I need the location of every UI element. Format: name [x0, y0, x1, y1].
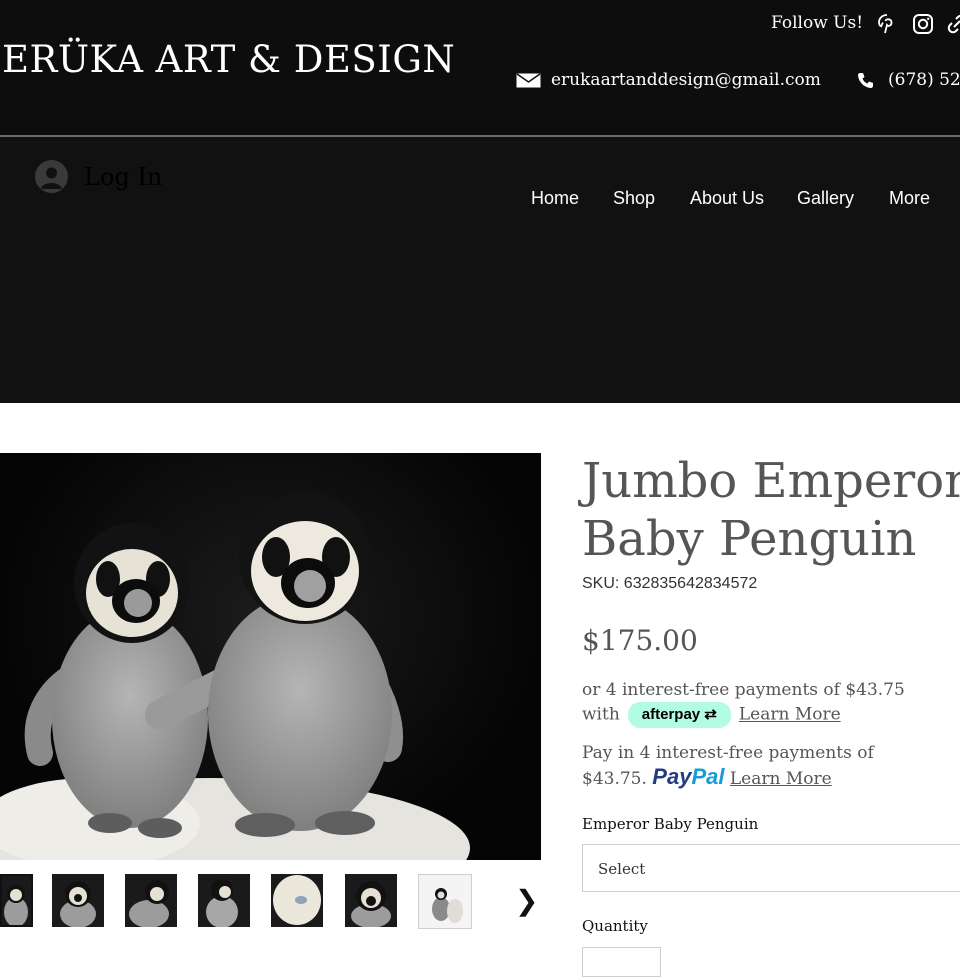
phone-icon — [858, 72, 873, 88]
email-contact[interactable]: erukaartanddesign@gmail.com — [516, 70, 821, 90]
nav-shop[interactable]: Shop — [613, 188, 655, 209]
thumbnail-7[interactable] — [418, 874, 472, 929]
follow-us-label: Follow Us! — [771, 13, 864, 33]
thumbnail-6[interactable] — [345, 874, 397, 927]
thumbnail-2[interactable] — [52, 874, 104, 927]
nav-gallery[interactable]: Gallery — [797, 188, 854, 209]
product-price: $175.00 — [582, 624, 698, 657]
thumbnail-4[interactable] — [198, 874, 250, 927]
afterpay-message: or 4 interest-free payments of $43.75 wi… — [582, 678, 922, 728]
afterpay-learn-more-link[interactable]: Learn More — [739, 705, 841, 725]
nav-about-us[interactable]: About Us — [690, 188, 764, 209]
nav-home[interactable]: Home — [531, 188, 579, 209]
thumbnail-3[interactable] — [125, 874, 177, 927]
thumbnail-5[interactable] — [271, 874, 323, 927]
product-main-image[interactable] — [0, 453, 541, 860]
brand-logo[interactable]: ERÜKA ART & DESIGN — [2, 38, 455, 81]
mail-icon — [516, 72, 541, 87]
option-label: Emperor Baby Penguin — [582, 815, 759, 833]
link-icon[interactable] — [946, 13, 960, 35]
phone-contact[interactable]: (678) 523 — [857, 70, 960, 90]
phone-number[interactable]: (678) 523 — [888, 70, 960, 90]
nav-more[interactable]: More — [889, 188, 930, 209]
thumbnail-1[interactable] — [0, 874, 33, 927]
quantity-input[interactable] — [582, 947, 661, 977]
option-select[interactable]: Select — [582, 844, 960, 892]
option-select-value: Select — [598, 860, 646, 878]
login-label[interactable]: Log In — [84, 163, 162, 191]
afterpay-logo: afterpay ⇄ — [627, 702, 731, 728]
instagram-icon[interactable] — [912, 13, 934, 35]
login-button[interactable]: Log In — [35, 160, 162, 193]
email-address[interactable]: erukaartanddesign@gmail.com — [551, 70, 821, 90]
next-thumbnails-chevron-icon[interactable]: ❯ — [515, 884, 538, 917]
quantity-label: Quantity — [582, 917, 648, 935]
product-sku: SKU: 632835642834572 — [582, 575, 758, 592]
pinterest-icon[interactable] — [876, 13, 898, 35]
avatar-icon — [35, 160, 68, 193]
paypal-learn-more-link[interactable]: Learn More — [730, 769, 832, 789]
paypal-logo: PayPal — [652, 764, 725, 789]
paypal-message: Pay in 4 interest-free payments of $43.7… — [582, 743, 874, 789]
product-title: Jumbo Emperor Baby Penguin — [582, 453, 960, 567]
